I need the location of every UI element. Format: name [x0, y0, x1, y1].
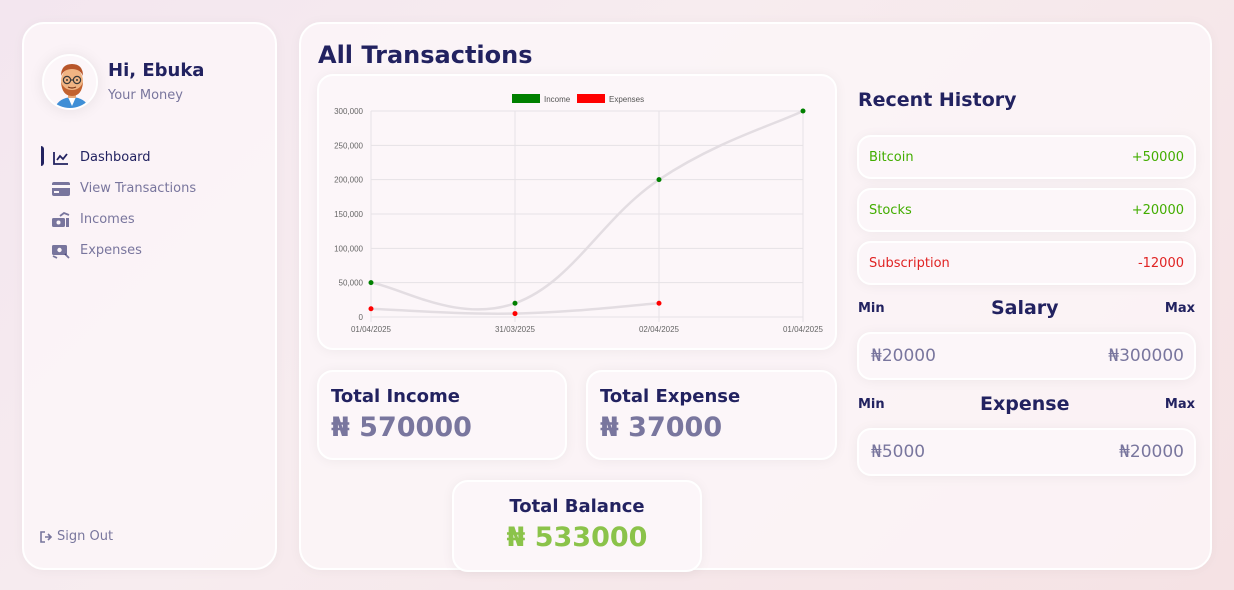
y-tick-label: 150,000 [334, 210, 363, 219]
expense-min-value: ₦5000 [871, 442, 926, 462]
history-item[interactable]: Stocks +20000 [857, 188, 1196, 232]
history-item[interactable]: Bitcoin +50000 [857, 135, 1196, 179]
total-balance-title: Total Balance [509, 496, 645, 517]
salary-range-header: Min Salary Max [858, 296, 1195, 320]
legend-swatch-expenses [577, 94, 605, 103]
legend-label-expenses: Expenses [609, 95, 644, 104]
nav-menu: Dashboard View Transactions Incomes Expe… [24, 142, 275, 266]
transactions-chart: 0 50,000 100,000 150,000 200,000 250,000 300,0… [334, 94, 824, 334]
history-item-amount: -12000 [1137, 255, 1184, 271]
expense-max-value: ₦20000 [1119, 442, 1184, 462]
salary-range-box: ₦20000 ₦300000 [857, 332, 1196, 380]
menu-item-expenses[interactable]: Expenses [24, 235, 275, 266]
sign-out-button[interactable]: Sign Out [40, 529, 113, 544]
total-income-card: Total Income ₦ 570000 [317, 370, 567, 460]
y-tick-label: 100,000 [334, 244, 363, 253]
total-expense-card: Total Expense ₦ 37000 [586, 370, 837, 460]
salary-min-value: ₦20000 [871, 346, 936, 366]
total-income-value: ₦ 570000 [331, 412, 472, 443]
total-balance-value: ₦ 533000 [506, 522, 648, 553]
legend-label-income: Income [544, 95, 571, 104]
history-item-name: Stocks [869, 202, 912, 218]
menu-label: Dashboard [80, 150, 151, 165]
salary-title: Salary [990, 297, 1059, 319]
history-item-name: Subscription [869, 255, 950, 271]
menu-item-dashboard[interactable]: Dashboard [24, 142, 275, 173]
expense-range-header: Min Expense Max [858, 392, 1195, 416]
data-point-expenses [512, 311, 518, 317]
avatar-image [44, 56, 96, 108]
history-item[interactable]: Subscription -12000 [857, 241, 1196, 285]
avatar [42, 54, 98, 110]
menu-label: Expenses [80, 243, 142, 258]
history-item-amount: +20000 [1131, 202, 1184, 218]
series-line-income [370, 109, 804, 311]
chart-line-icon [52, 149, 70, 167]
data-point-income [512, 300, 518, 306]
expense-range-box: ₦5000 ₦20000 [857, 428, 1196, 476]
x-tick-label: 02/04/2025 [639, 325, 680, 334]
history-item-amount: +50000 [1131, 149, 1184, 165]
x-tick-label: 31/03/2025 [495, 325, 536, 334]
money-bill-trend-down-icon [52, 242, 70, 260]
total-income-title: Total Income [331, 386, 460, 407]
total-expense-value: ₦ 37000 [600, 412, 723, 443]
data-point-income [656, 177, 662, 183]
legend-swatch-income [512, 94, 540, 103]
data-point-income [800, 108, 806, 114]
y-tick-label: 300,000 [334, 107, 363, 116]
user-greeting: Hi, Ebuka [108, 60, 205, 81]
expense-min-label: Min [858, 396, 885, 412]
menu-item-view-transactions[interactable]: View Transactions [24, 173, 275, 204]
total-balance-card: Total Balance ₦ 533000 [452, 480, 702, 572]
y-tick-label: 250,000 [334, 141, 363, 150]
x-tick-label: 01/04/2025 [783, 325, 824, 334]
data-point-income [368, 280, 374, 286]
page-title: All Transactions [318, 41, 533, 69]
recent-history-title: Recent History [858, 89, 1017, 111]
x-tick-label: 01/04/2025 [351, 325, 392, 334]
expense-max-label: Max [1164, 396, 1195, 412]
sidebar: Hi, Ebuka Your Money Dashboard View Tran… [22, 22, 277, 570]
data-point-expenses [368, 306, 374, 312]
y-tick-label: 200,000 [334, 176, 363, 185]
menu-label: View Transactions [80, 181, 197, 196]
menu-item-incomes[interactable]: Incomes [24, 204, 275, 235]
total-expense-title: Total Expense [600, 386, 741, 407]
data-point-expenses [656, 300, 662, 306]
salary-min-label: Min [858, 300, 885, 316]
y-tick-label: 50,000 [339, 279, 364, 288]
sign-out-icon [40, 530, 53, 543]
sign-out-label: Sign Out [57, 529, 114, 544]
user-subtitle: Your Money [108, 88, 183, 103]
main-panel: All Transactions 0 50,000 100,000 150,000 20… [299, 22, 1212, 572]
history-item-name: Bitcoin [869, 149, 914, 165]
credit-card-icon [52, 180, 70, 198]
menu-label: Incomes [80, 212, 135, 227]
y-tick-label: 0 [359, 313, 364, 322]
money-bill-trend-up-icon [52, 211, 70, 229]
expense-range-title: Expense [980, 393, 1070, 415]
salary-max-value: ₦300000 [1108, 346, 1184, 366]
salary-max-label: Max [1164, 300, 1195, 316]
transactions-chart-card: 0 50,000 100,000 150,000 200,000 250,000 300,0… [317, 74, 837, 350]
